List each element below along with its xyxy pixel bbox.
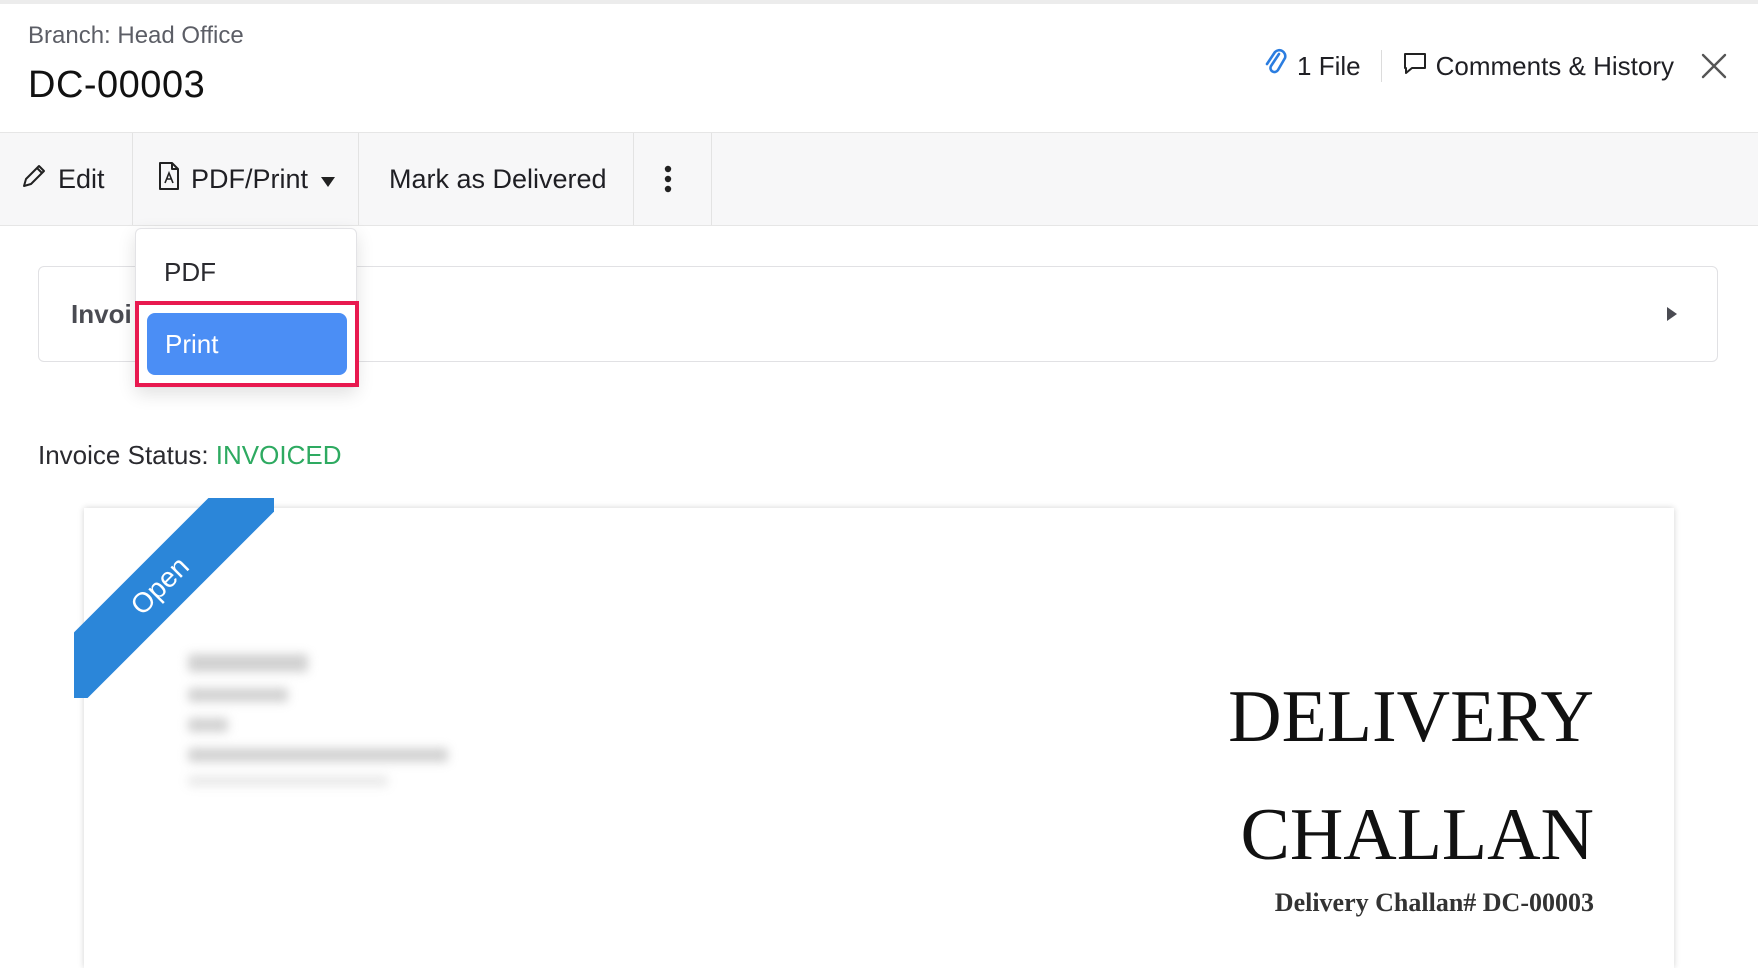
delivery-challan-preview: Open DELIVERY CHALLAN Delivery Challan# … bbox=[74, 498, 1674, 968]
comments-history-button[interactable]: Comments & History bbox=[1402, 50, 1674, 83]
header-separator bbox=[1380, 50, 1382, 82]
edit-button[interactable]: Edit bbox=[0, 133, 133, 225]
pdf-file-icon bbox=[157, 161, 191, 198]
edit-label: Edit bbox=[58, 163, 105, 194]
branch-label: Branch: Head Office bbox=[28, 22, 244, 49]
pencil-icon bbox=[20, 162, 58, 197]
challan-number: Delivery Challan# DC-00003 bbox=[1274, 888, 1594, 917]
attached-files-button[interactable]: 1 File bbox=[1263, 48, 1361, 85]
more-options-icon[interactable] bbox=[634, 133, 712, 225]
top-divider bbox=[0, 0, 1758, 4]
blurred-company-address bbox=[188, 644, 484, 796]
highlight-box: Print bbox=[135, 301, 359, 387]
document-title: DELIVERY CHALLAN bbox=[1228, 658, 1594, 894]
caret-right-icon[interactable] bbox=[1665, 305, 1679, 328]
caret-down-icon bbox=[320, 164, 346, 195]
close-icon[interactable] bbox=[1698, 50, 1730, 82]
mark-as-delivered-button[interactable]: Mark as Delivered bbox=[359, 133, 634, 225]
comments-label: Comments & History bbox=[1435, 50, 1674, 81]
invoice-status-label: Invoice Status: bbox=[38, 440, 209, 470]
document-title-line-1: DELIVERY bbox=[1228, 676, 1594, 758]
header-actions: 1 File Comments & History bbox=[1263, 48, 1674, 84]
invoice-status: Invoice Status: INVOICED bbox=[38, 440, 341, 471]
action-toolbar: Edit PDF/Print Mark as Delivered bbox=[0, 132, 1758, 226]
menu-item-print[interactable]: Print bbox=[147, 313, 347, 375]
comment-icon bbox=[1402, 50, 1436, 83]
paperclip-icon bbox=[1263, 48, 1297, 85]
pdf-print-dropdown: PDF Print bbox=[135, 228, 359, 388]
invoices-section-label: Invoi bbox=[71, 299, 132, 329]
invoice-status-value: INVOICED bbox=[215, 440, 342, 470]
pdf-print-label: PDF/Print bbox=[191, 163, 309, 194]
document-title-line-2: CHALLAN bbox=[1240, 794, 1594, 876]
menu-item-pdf[interactable]: PDF bbox=[164, 257, 216, 288]
page-title: DC-00003 bbox=[28, 64, 206, 106]
files-label: 1 File bbox=[1297, 50, 1361, 81]
pdf-print-button[interactable]: PDF/Print bbox=[133, 133, 359, 225]
